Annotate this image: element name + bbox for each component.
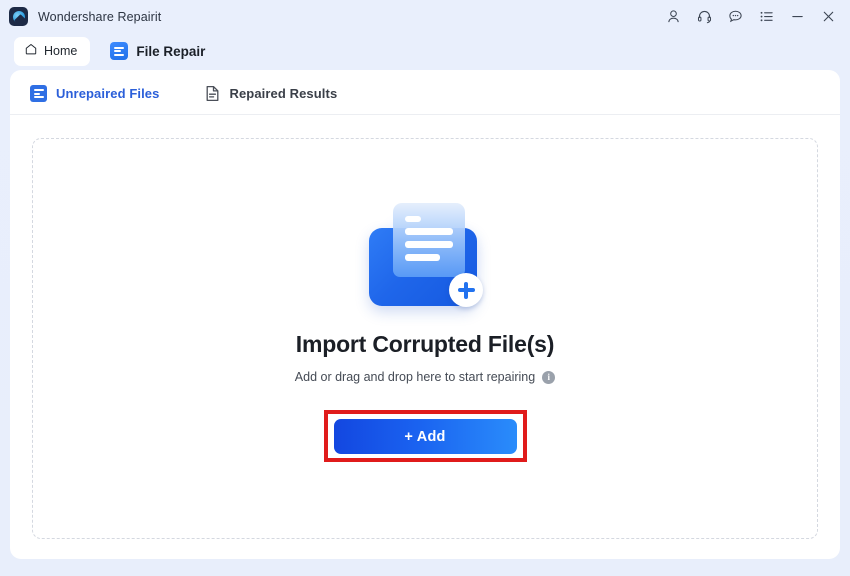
nav-item-file-repair-label: File Repair <box>136 43 206 59</box>
close-icon[interactable] <box>820 8 837 25</box>
feedback-chat-icon[interactable] <box>727 8 744 25</box>
document-lines-icon <box>110 42 129 60</box>
house-icon <box>24 42 38 61</box>
file-drop-zone[interactable]: Import Corrupted File(s) Add or drag and… <box>32 138 818 539</box>
support-headset-icon[interactable] <box>696 8 713 25</box>
blue-document-icon <box>30 84 47 102</box>
module-nav-bar: Home File Repair <box>0 33 850 69</box>
tab-repaired-results-label: Repaired Results <box>229 85 338 101</box>
tab-unrepaired-files[interactable]: Unrepaired Files <box>30 83 159 102</box>
tab-bar: Unrepaired Files Repaired Results <box>10 70 840 115</box>
menu-list-icon[interactable] <box>758 8 775 25</box>
minimize-icon[interactable] <box>789 8 806 25</box>
titlebar-icon-group <box>665 8 842 25</box>
import-file-illustration <box>363 203 487 309</box>
add-button[interactable]: + Add <box>333 419 517 454</box>
illustration-plus-badge-icon <box>449 273 483 307</box>
account-icon[interactable] <box>665 8 682 25</box>
info-icon[interactable]: i <box>542 370 556 384</box>
illustration-document <box>393 203 465 277</box>
content-card: Unrepaired Files Repaired Results Import… <box>10 70 840 559</box>
nav-item-home[interactable]: Home <box>14 36 91 66</box>
app-title: Wondershare Repairit <box>38 9 162 24</box>
nav-item-file-repair[interactable]: File Repair <box>100 38 215 64</box>
dropzone-headline: Import Corrupted File(s) <box>295 331 555 357</box>
title-bar: Wondershare Repairit <box>0 0 850 33</box>
gray-file-icon <box>205 85 220 102</box>
dropzone-subline-text: Add or drag and drop here to start repai… <box>294 370 536 384</box>
nav-item-home-label: Home <box>44 44 78 58</box>
tab-repaired-results[interactable]: Repaired Results <box>205 83 337 102</box>
dropzone-subline: Add or drag and drop here to start repai… <box>294 370 556 384</box>
add-button-wrapper: + Add <box>323 410 527 462</box>
app-window: Wondershare Repairit Home File Repair Un… <box>0 0 850 576</box>
wondershare-logo-icon <box>9 7 28 26</box>
tab-unrepaired-files-label: Unrepaired Files <box>56 85 160 101</box>
